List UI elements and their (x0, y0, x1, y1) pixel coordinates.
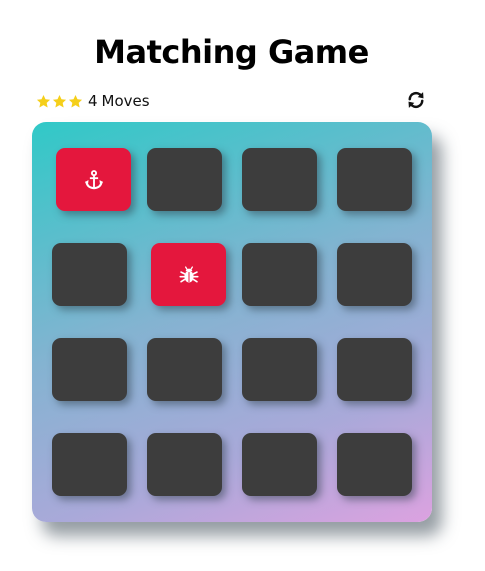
card[interactable] (147, 338, 222, 401)
card[interactable] (337, 338, 412, 401)
star-icon (68, 94, 83, 109)
repeat-icon (408, 91, 424, 109)
moves-count: 4 (88, 92, 98, 110)
card[interactable] (147, 433, 222, 496)
card[interactable] (52, 433, 127, 496)
card[interactable] (52, 243, 127, 306)
card[interactable] (242, 433, 317, 496)
page-title: Matching Game (94, 33, 369, 72)
moves-counter: 4 Moves (88, 92, 150, 110)
card[interactable] (151, 243, 226, 306)
card[interactable] (337, 433, 412, 496)
card[interactable] (242, 243, 317, 306)
card[interactable] (242, 148, 317, 211)
anchor-icon (82, 168, 106, 192)
card[interactable] (242, 338, 317, 401)
card-deck (32, 122, 432, 522)
moves-label: Moves (101, 92, 150, 110)
card[interactable] (337, 148, 412, 211)
card[interactable] (337, 243, 412, 306)
card[interactable] (56, 148, 131, 211)
score-panel: 4 Moves (36, 88, 428, 114)
card[interactable] (52, 338, 127, 401)
star-rating (36, 94, 83, 109)
star-icon (52, 94, 67, 109)
game-container: Matching Game 4 Moves (0, 0, 485, 571)
bug-icon (177, 263, 201, 287)
restart-button[interactable] (404, 88, 428, 112)
card[interactable] (147, 148, 222, 211)
star-icon (36, 94, 51, 109)
